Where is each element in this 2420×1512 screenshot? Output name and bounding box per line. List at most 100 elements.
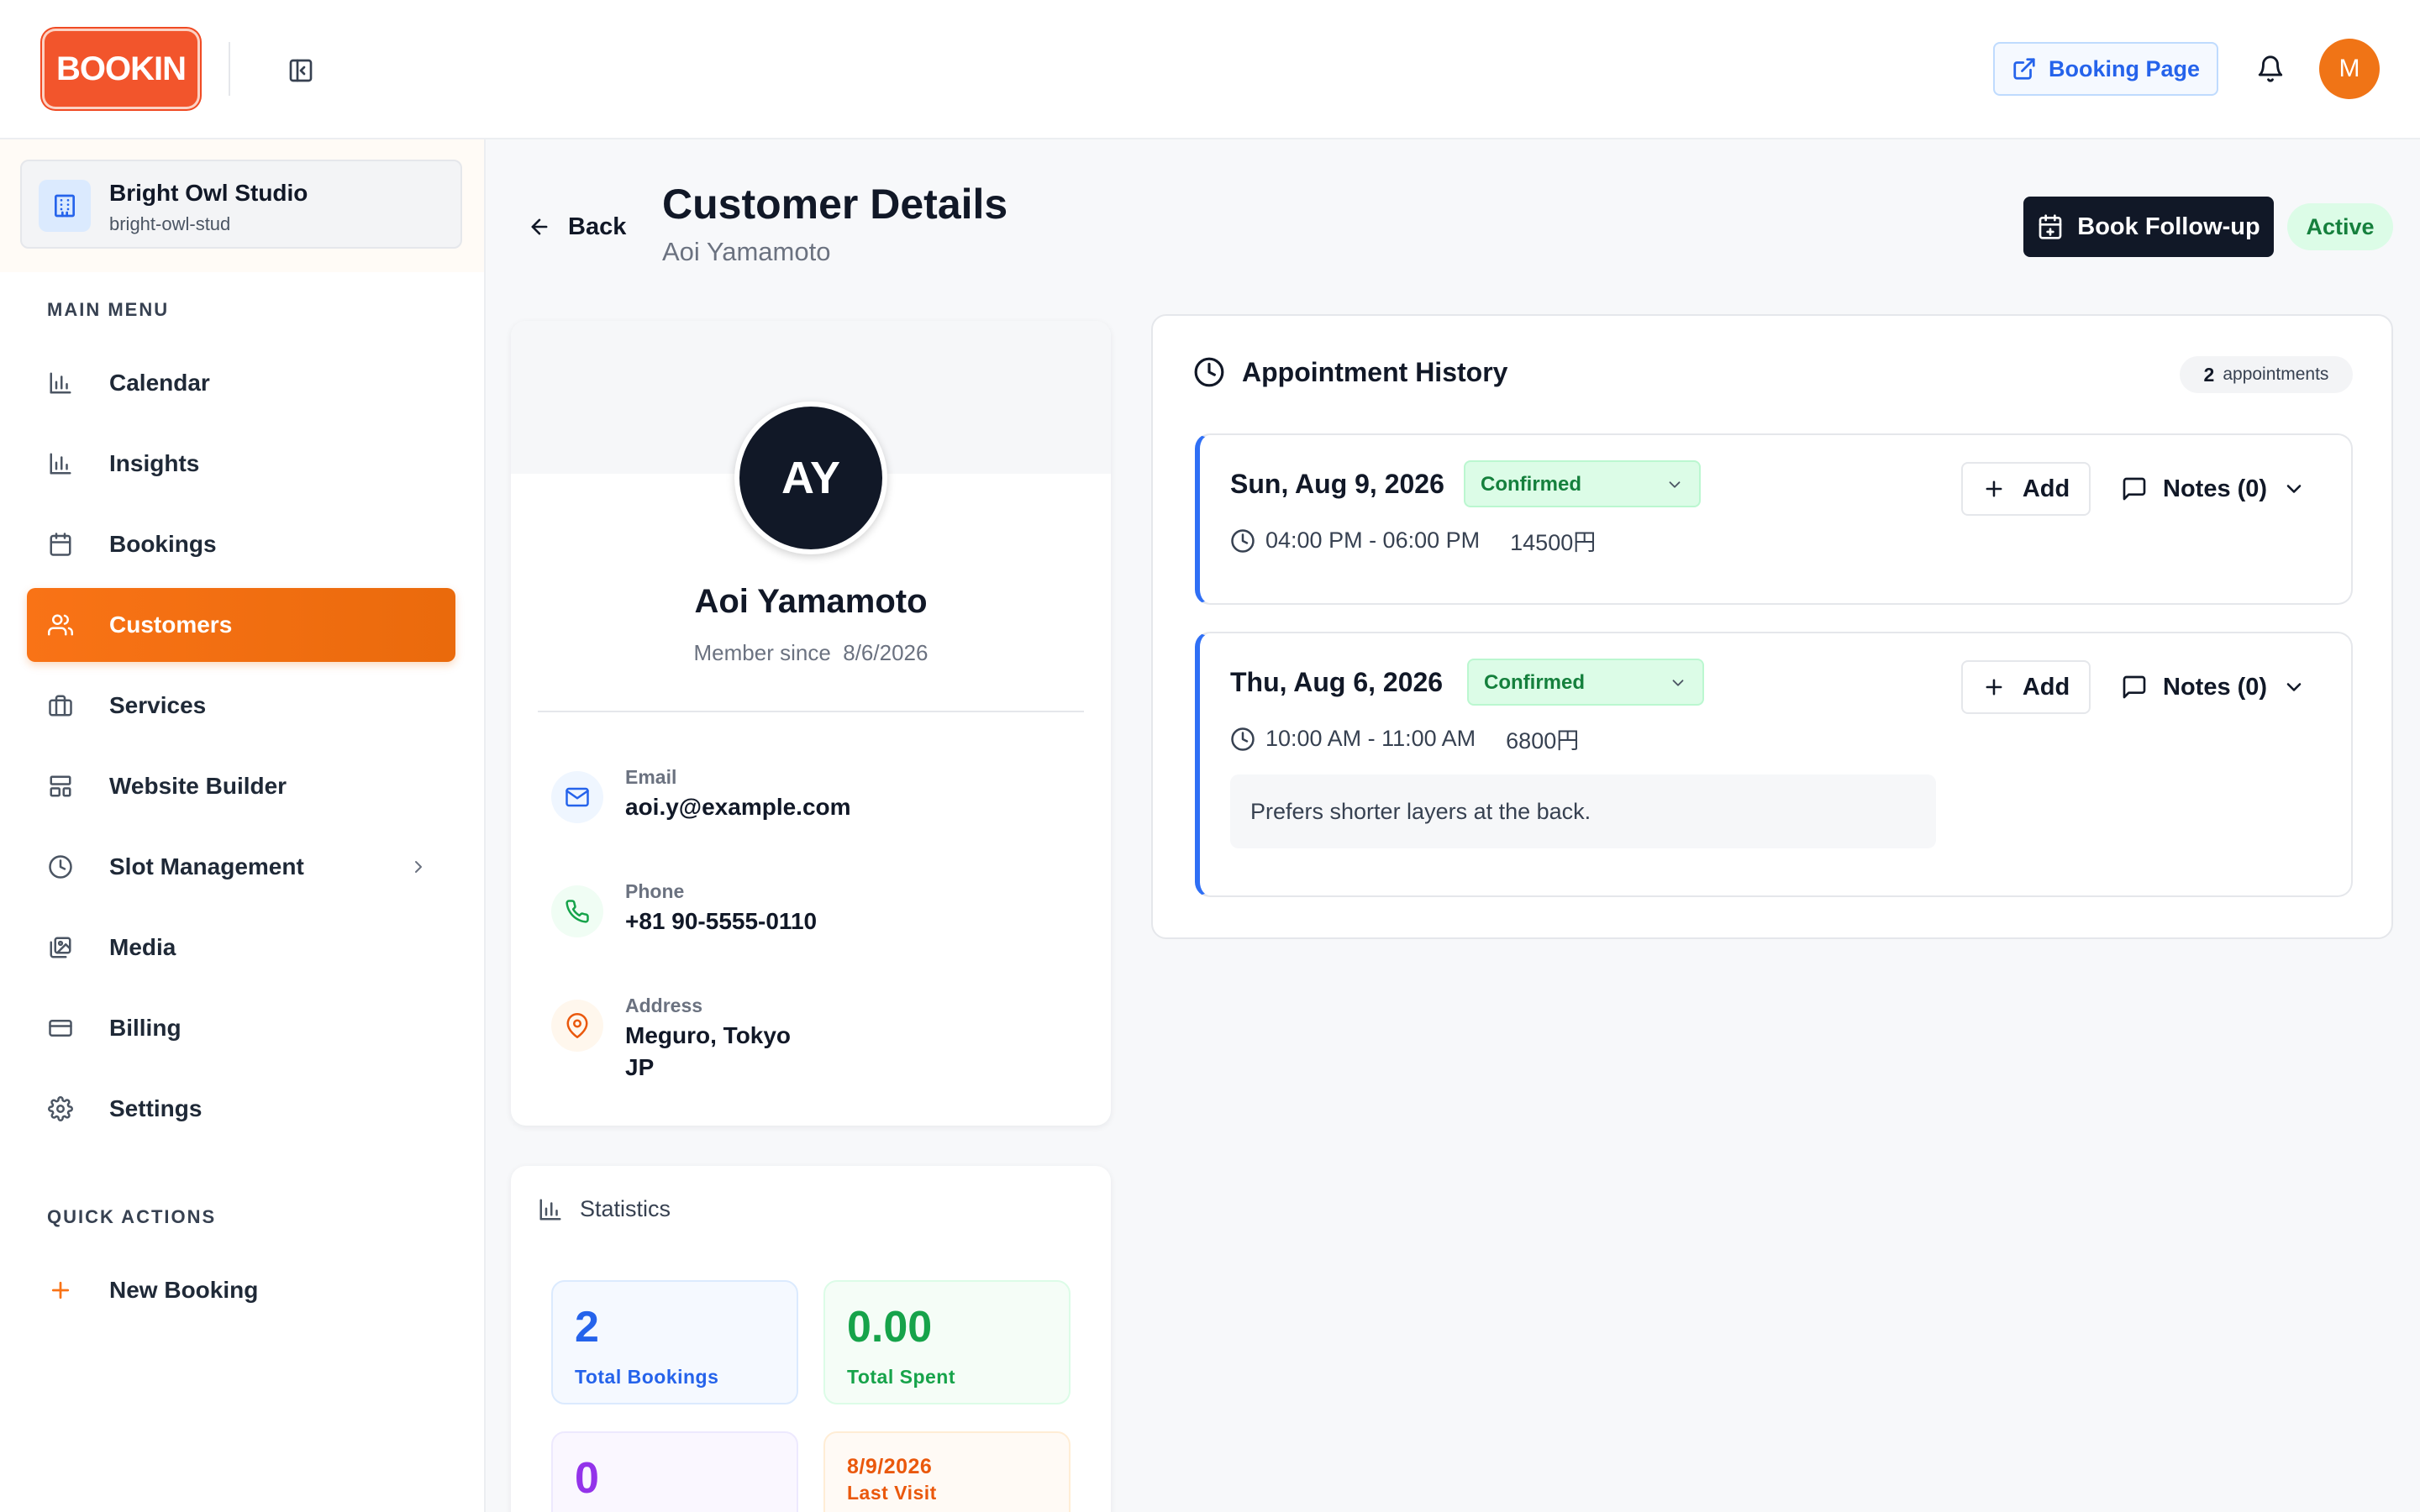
phone-icon [551,885,603,937]
panel-left-icon [289,59,313,82]
statistics-title: Statistics [580,1196,671,1221]
appointment-note: Prefers shorter layers at the back. [1230,774,1936,848]
sidebar-item-customers[interactable]: Customers [27,588,455,662]
chevron-down-icon [2286,683,2302,691]
total-bookings-value: 2 [575,1303,599,1352]
book-follow-up-button[interactable]: Book Follow-up [2023,197,2274,257]
appointment-status-select[interactable]: Confirmed [1467,659,1704,706]
customer-email[interactable]: aoi.y@example.com [625,791,851,823]
customer-profile-card: AY Aoi Yamamoto Member since 8/6/2026 Em… [511,321,1111,1126]
plus-icon [1986,480,2002,497]
member-since-date: 8/6/2026 [843,640,929,665]
bell-icon [2258,55,2283,82]
address-label: Address [625,995,703,1016]
customer-name: Aoi Yamamoto [694,583,928,620]
phone-label: Phone [625,880,685,902]
notes-toggle-button[interactable]: Notes (0) [2121,660,2306,714]
profile-divider [538,711,1084,712]
clock-icon [1194,357,1224,387]
users-icon [47,612,74,638]
sidebar-item-calendar[interactable]: Calendar [27,346,455,420]
member-since: Member since 8/6/2026 [511,640,1111,666]
last-visit-label: Last Visit [847,1482,937,1504]
sidebar-item-label: Calendar [109,370,210,396]
user-avatar[interactable]: M [2319,39,2380,99]
notifications-button[interactable] [2252,50,2289,87]
add-note-button[interactable]: Add [1961,462,2091,516]
new-booking-button[interactable]: New Booking [27,1253,455,1327]
sidebar-item-settings[interactable]: Settings [27,1072,455,1146]
appointment-status-value: Confirmed [1481,473,1581,496]
appointment-date: Thu, Aug 6, 2026 [1230,667,1444,697]
add-note-button[interactable]: Add [1961,660,2091,714]
sidebar-item-label: Media [109,934,176,960]
appointment-count-badge: 2 appointments [2180,356,2353,393]
plus-icon [47,1277,74,1304]
bar-chart-icon [47,450,74,477]
logo-text: BOOKIN [56,50,187,87]
studio-switcher[interactable]: Bright Owl Studio bright-owl-stud [20,160,462,249]
sidebar-collapse-button[interactable] [284,54,318,87]
sidebar-item-label: Services [109,692,207,718]
back-label: Back [568,213,627,240]
booking-page-label: Booking Page [2048,55,2201,81]
calendar-plus-icon [2039,214,2062,239]
clock-icon [1231,727,1255,751]
appointment-item: Thu, Aug 6, 2026 Confirmed 10:00 AM - 11… [1195,632,2353,897]
sidebar-item-insights[interactable]: Insights [27,427,455,501]
customer-avatar: AY [734,402,887,554]
stat-last-visit: 8/9/2026 Last Visit [823,1431,1071,1512]
studio-slug: bright-owl-stud [109,213,231,234]
gear-icon [47,1095,74,1122]
building-icon [39,180,91,232]
map-pin-icon [551,1000,603,1052]
page-subtitle: Aoi Yamamoto [662,237,831,266]
studio-section: Bright Owl Studio bright-owl-stud [0,139,484,272]
add-label: Add [2022,673,2070,701]
stat-total-spent: 0.00 Total Spent [823,1280,1071,1404]
bar-chart-icon [47,370,74,396]
page-title: Customer Details [662,181,1008,228]
bookin-logo[interactable]: BOOKIN [42,29,200,109]
sidebar-item-services[interactable]: Services [27,669,455,743]
appointment-status-select[interactable]: Confirmed [1464,460,1701,507]
user-initial: M [2338,55,2360,82]
top-bar: BOOKIN Booking Page M [0,0,2420,139]
appointment-count: 2 [2203,363,2215,386]
calendar-icon [47,531,74,558]
message-square-icon [2123,477,2146,501]
last-visit-value: 8/9/2026 [847,1455,933,1478]
chevron-right-icon[interactable] [407,855,430,879]
mail-icon [551,771,603,823]
appointment-time: 04:00 PM - 06:00 PM [1265,528,1481,553]
stat-total-bookings: 2 Total Bookings [551,1280,798,1404]
appointment-history-card: Appointment History 2 appointments Sun, … [1151,314,2393,939]
back-button[interactable]: Back [528,210,626,244]
chevron-down-icon [2286,485,2302,493]
appointment-time: 10:00 AM - 11:00 AM [1265,726,1476,751]
external-link-icon [2013,58,2035,80]
book-follow-up-label: Book Follow-up [2077,213,2260,240]
appointment-time-row: 04:00 PM - 06:00 PM 14500円 [1230,524,1596,557]
sidebar: Bright Owl Studio bright-owl-stud MAIN M… [0,139,486,1512]
appointment-status-value: Confirmed [1484,671,1585,694]
statistics-header: Statistics [538,1196,671,1222]
sidebar-item-billing[interactable]: Billing [27,991,455,1065]
total-spent-label: Total Spent [847,1366,956,1388]
member-since-label: Member since [693,640,831,665]
layout-icon [47,773,74,800]
sidebar-item-media[interactable]: Media [27,911,455,984]
sidebar-item-bookings[interactable]: Bookings [27,507,455,581]
notes-toggle-button[interactable]: Notes (0) [2121,462,2306,516]
booking-page-button[interactable]: Booking Page [1993,42,2218,96]
customer-phone[interactable]: +81 90-5555-0110 [625,906,817,937]
add-label: Add [2022,475,2070,502]
sidebar-item-slot-management[interactable]: Slot Management [27,830,455,904]
clock-icon [47,853,74,880]
email-label: Email [625,766,677,788]
customer-status-badge: Active [2287,203,2393,250]
sidebar-item-label: Settings [109,1095,203,1121]
sidebar-item-website-builder[interactable]: Website Builder [27,749,455,823]
customer-address-line1: Meguro, Tokyo [625,1022,792,1048]
credit-card-icon [47,1015,74,1042]
